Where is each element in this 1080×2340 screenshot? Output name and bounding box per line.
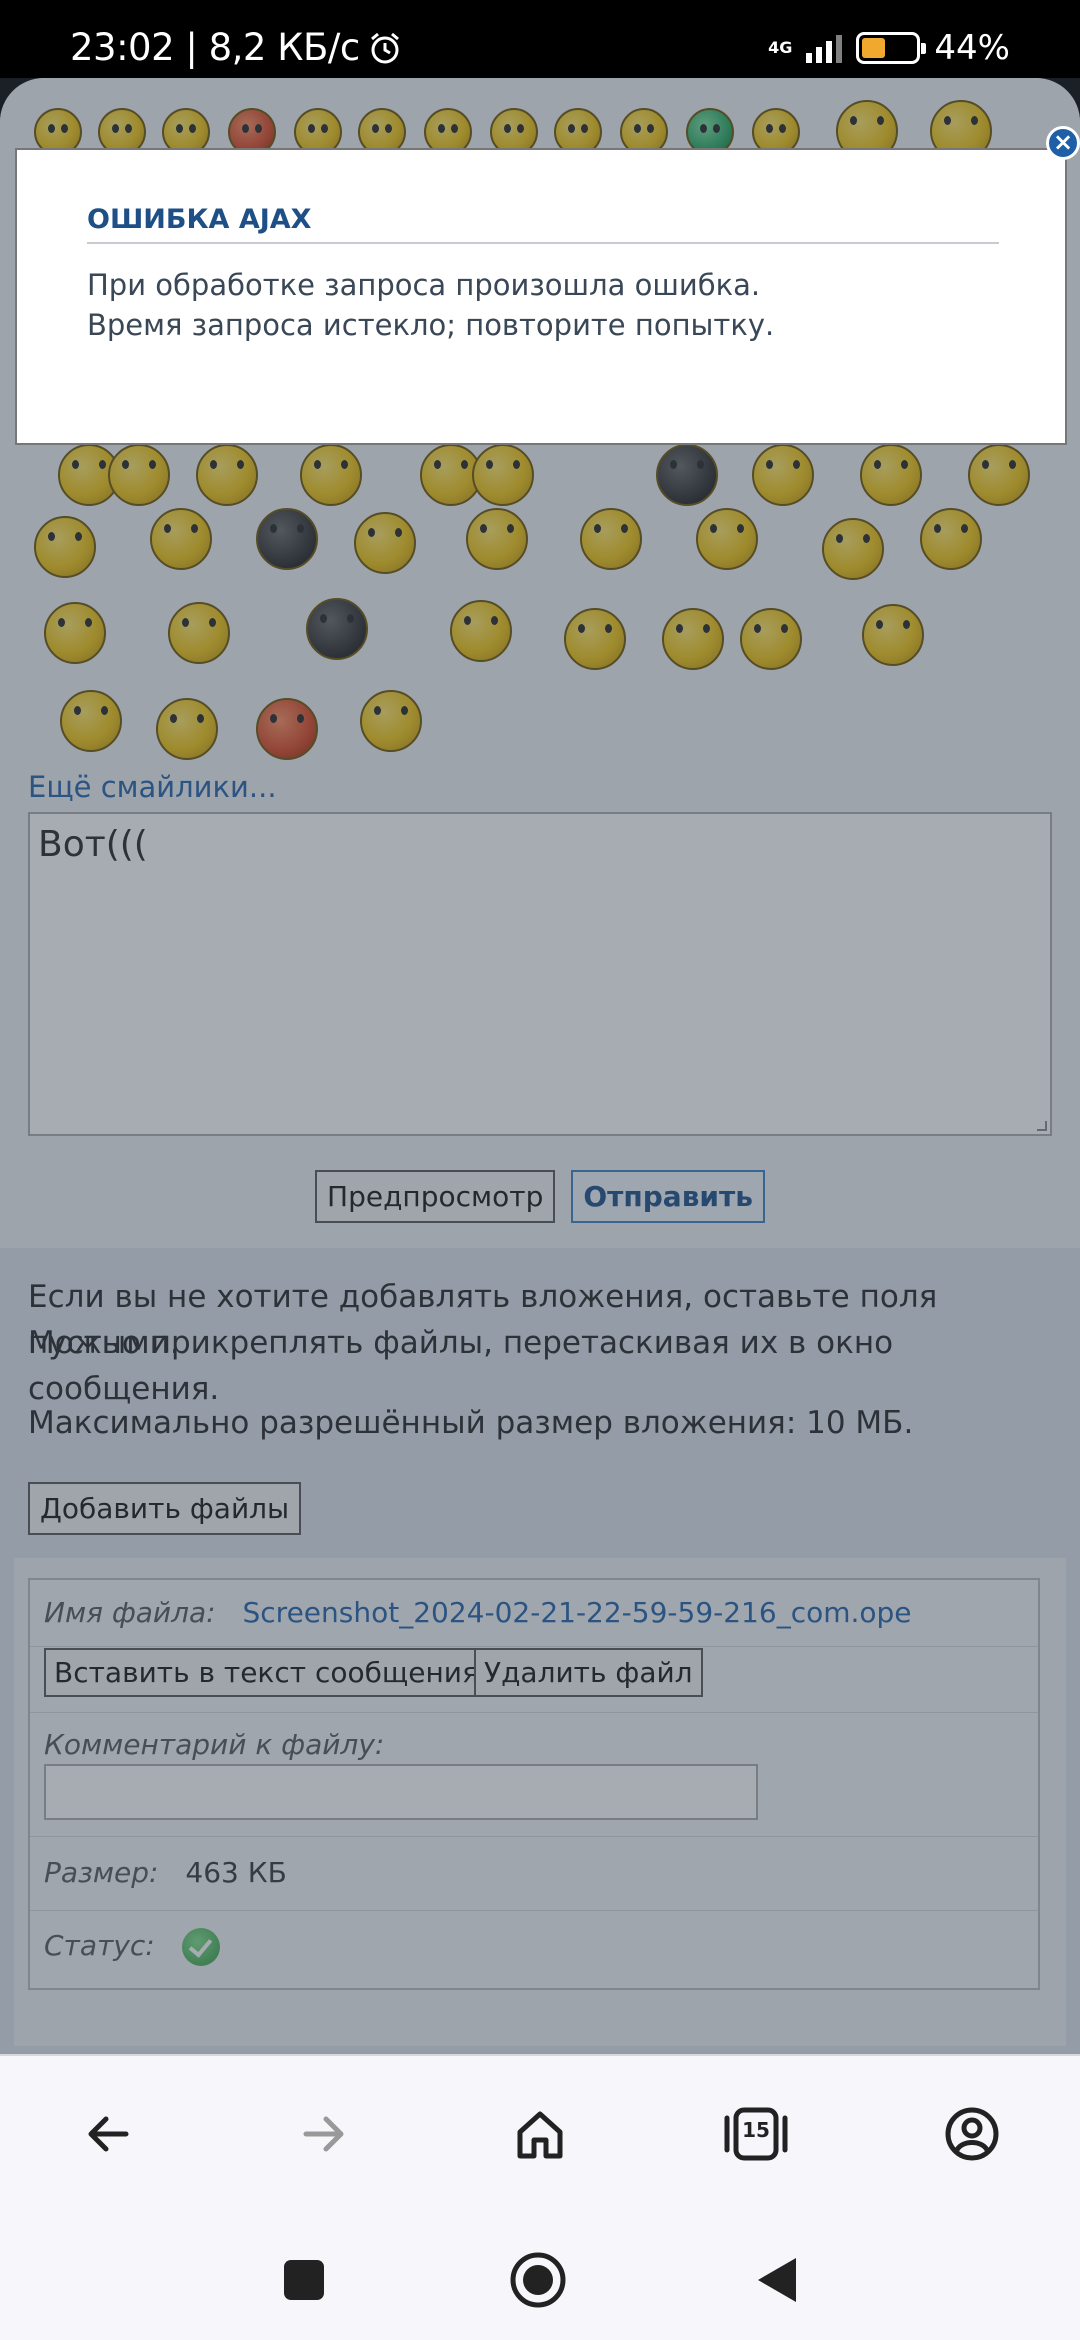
ajax-error-dialog: ОШИБКА AJAX При обработке запроса произо… [15, 148, 1067, 445]
dialog-divider [87, 242, 999, 244]
close-icon[interactable]: × [1046, 126, 1080, 160]
tabs-count: 15 [742, 2118, 770, 2142]
dialog-message: При обработке запроса произошла ошибка. … [87, 265, 774, 345]
system-navigation-bar [0, 2210, 1080, 2340]
status-left: 23:02 | 8,2 КБ/с [70, 26, 402, 69]
account-icon[interactable] [936, 2098, 1008, 2170]
dialog-title: ОШИБКА AJAX [87, 204, 312, 235]
dialog-message-line-2: Время запроса истекло; повторите попытку… [87, 308, 775, 342]
status-right: 4G 44% [768, 28, 1010, 68]
back-triangle-icon[interactable] [746, 2250, 806, 2310]
network-type: 4G [768, 38, 793, 57]
signal-icon [806, 33, 843, 63]
screen: 23:02 | 8,2 КБ/с 4G 44% Ещё смайлики... … [0, 0, 1080, 2340]
battery-percent: 44% [934, 28, 1010, 68]
recents-square-icon[interactable] [274, 2250, 334, 2310]
home-circle-icon[interactable] [508, 2250, 568, 2310]
battery-icon [856, 32, 927, 64]
alarm-icon [370, 32, 399, 63]
browser-toolbar: 15 [0, 2054, 1080, 2210]
time-and-speed: 23:02 | 8,2 КБ/с [70, 26, 360, 69]
back-arrow-icon[interactable] [72, 2098, 144, 2170]
dialog-message-line-1: При обработке запроса произошла ошибка. [87, 268, 761, 302]
battery-fill [862, 38, 886, 58]
forward-arrow-icon[interactable] [288, 2098, 360, 2170]
home-icon[interactable] [504, 2098, 576, 2170]
tabs-icon[interactable]: 15 [720, 2098, 792, 2170]
